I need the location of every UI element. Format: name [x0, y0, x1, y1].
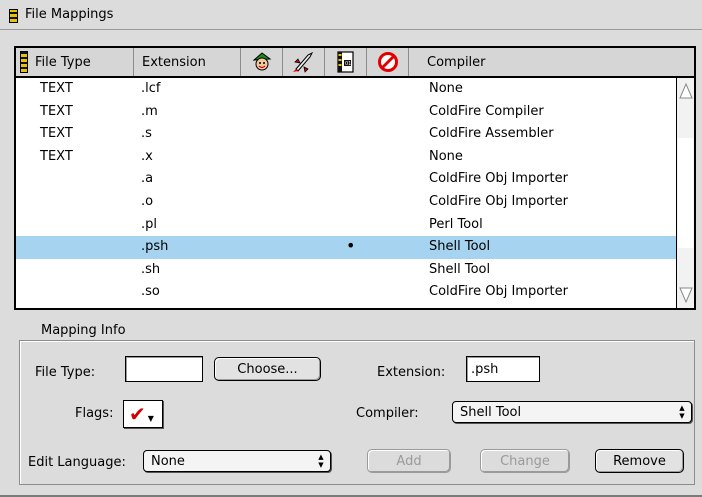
cell-extension: .psh [141, 239, 169, 255]
edit-language-popup[interactable]: None ▲ ▼ [143, 450, 331, 472]
file-type-field[interactable] [125, 356, 203, 382]
column-label: Compiler [427, 54, 486, 70]
table-row[interactable]: .sh Shell Tool [16, 259, 676, 282]
cell-file-type: TEXT [40, 81, 73, 96]
column-header-prohibit[interactable] [367, 48, 409, 76]
table-row[interactable]: TEXT .lcf None [16, 78, 676, 101]
rocket-icon [292, 51, 313, 73]
cell-compiler: Shell Tool [429, 261, 491, 277]
flags-label: Flags: [75, 406, 114, 421]
cell-file-type: TEXT [40, 126, 73, 142]
edit-language-label: Edit Language: [28, 455, 126, 470]
cell-extension: .sh [141, 261, 161, 277]
column-header-file-type[interactable]: File Type [16, 48, 134, 76]
stripe-icon [9, 9, 18, 23]
list-header: File Type Extension 01 Compiler [16, 48, 694, 78]
compiler-popup-value: Shell Tool [460, 404, 522, 420]
cell-file-type: TEXT [40, 103, 73, 119]
scroll-thumb[interactable] [678, 138, 693, 248]
table-row[interactable]: .so ColdFire Obj Importer [16, 281, 676, 304]
cell-compiler: None [429, 81, 463, 96]
column-header-document[interactable]: 01 [325, 48, 367, 76]
cell-compiler: ColdFire Obj Importer [429, 284, 568, 300]
cell-extension: .x [141, 148, 153, 164]
mapping-rows: TEXT .lcf None TEXT .m ColdFire Compiler… [16, 78, 676, 304]
mapping-info-legend: Mapping Info [37, 323, 130, 338]
table-row[interactable]: TEXT .m ColdFire Compiler [16, 101, 676, 124]
cell-extension: .pl [141, 216, 157, 232]
table-row[interactable]: TEXT .s ColdFire Assembler [16, 123, 676, 146]
prohibit-icon [377, 52, 398, 72]
table-row[interactable]: .o ColdFire Obj Importer [16, 191, 676, 214]
remove-button[interactable]: Remove [595, 449, 684, 473]
cell-extension: .s [141, 126, 152, 142]
edit-language-popup-value: None [151, 453, 185, 469]
flags-popup[interactable]: ✔ ▼ [123, 400, 163, 428]
change-button[interactable]: Change [480, 449, 570, 473]
stripe-icon [20, 51, 28, 73]
window-titlebar: File Mappings [0, 0, 702, 30]
vertical-scrollbar[interactable] [676, 78, 694, 308]
scroll-down-arrow-icon[interactable] [678, 284, 694, 306]
extension-label: Extension: [377, 365, 446, 380]
cell-compiler: Shell Tool [429, 239, 491, 255]
doc-icon: 01 [336, 51, 354, 73]
extension-field[interactable]: .psh [466, 356, 540, 382]
file-type-label: File Type: [35, 365, 96, 380]
cell-compiler: ColdFire Compiler [429, 103, 544, 119]
column-label: File Type [35, 54, 91, 70]
table-row[interactable]: .pl Perl Tool [16, 214, 676, 237]
table-row-selected[interactable]: .psh • Shell Tool [16, 236, 676, 259]
checkmark-icon: ✔ [129, 402, 146, 426]
cell-extension: .o [141, 193, 154, 209]
column-header-extension[interactable]: Extension [134, 48, 241, 76]
file-mappings-list[interactable]: File Type Extension 01 Compiler TEXT .lc… [14, 46, 696, 310]
column-header-elf[interactable] [241, 48, 283, 76]
column-header-compiler[interactable]: Compiler [409, 48, 694, 76]
column-header-rocket[interactable] [283, 48, 325, 76]
chevron-down-icon: ▼ [147, 413, 154, 423]
cell-compiler: ColdFire Obj Importer [429, 171, 568, 187]
cell-compiler: Perl Tool [429, 216, 483, 232]
table-row[interactable]: TEXT .x None [16, 146, 676, 169]
window-title: File Mappings [25, 7, 114, 22]
column-label: Extension [142, 54, 206, 70]
cell-compiler: ColdFire Obj Importer [429, 193, 568, 209]
cell-flag: • [346, 236, 356, 256]
cell-compiler: ColdFire Assembler [429, 126, 554, 142]
cell-extension: .m [141, 103, 158, 119]
compiler-label: Compiler: [356, 406, 419, 421]
cell-extension: .lcf [141, 81, 161, 96]
table-row[interactable]: .a ColdFire Obj Importer [16, 168, 676, 191]
updown-arrows-icon: ▲ ▼ [679, 404, 685, 420]
cell-file-type: TEXT [40, 148, 73, 164]
cell-extension: .a [141, 171, 154, 187]
compiler-popup[interactable]: Shell Tool ▲ ▼ [452, 401, 692, 423]
cell-compiler: None [429, 148, 463, 164]
choose-button[interactable]: Choose... [214, 357, 321, 381]
scroll-up-arrow-icon[interactable] [678, 80, 694, 102]
add-button[interactable]: Add [367, 449, 451, 473]
cell-extension: .so [141, 284, 160, 300]
elf-icon [252, 52, 271, 71]
svg-text:01: 01 [345, 61, 351, 67]
updown-arrows-icon: ▲ ▼ [318, 453, 324, 469]
